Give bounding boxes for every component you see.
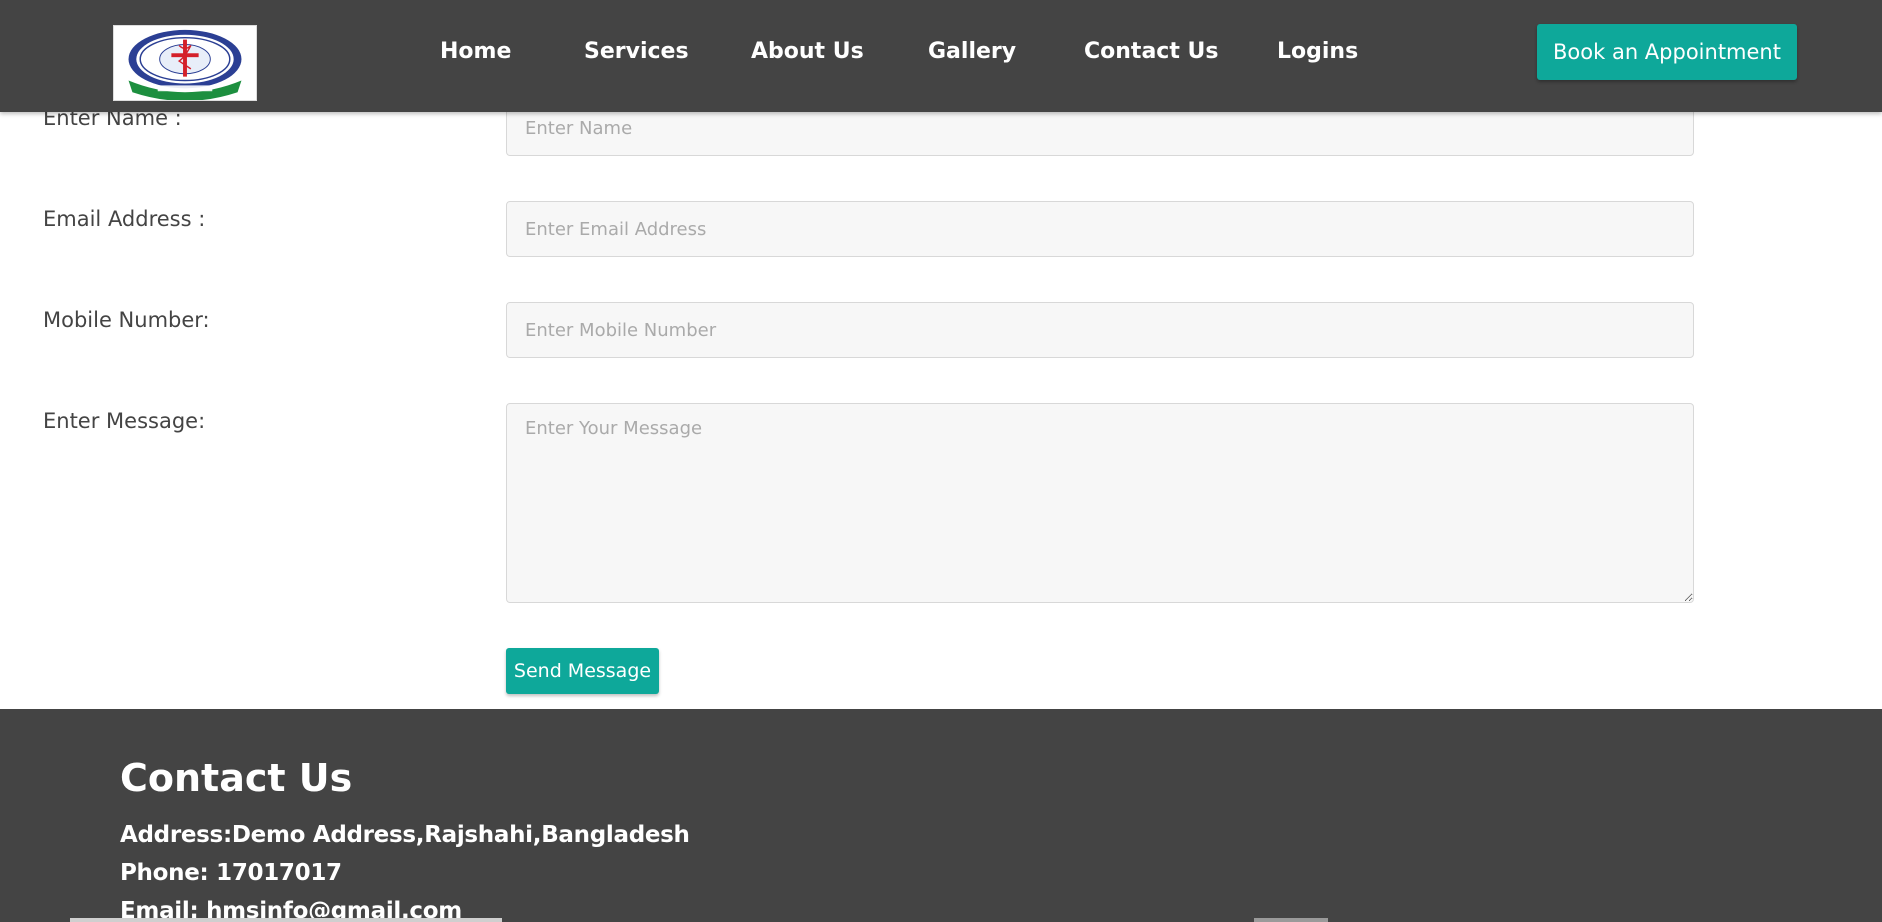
footer-address: Address:Demo Address,Rajshahi,Bangladesh xyxy=(120,822,690,848)
site-footer: Contact Us Address:Demo Address,Rajshahi… xyxy=(0,709,1882,922)
nav-logins[interactable]: Logins xyxy=(1277,36,1358,68)
footer-phone: Phone: 17017017 xyxy=(120,860,342,886)
email-label: Email Address : xyxy=(43,207,206,231)
nav-contact-us[interactable]: Contact Us xyxy=(1084,36,1218,68)
message-textarea[interactable] xyxy=(506,403,1694,603)
nav-home[interactable]: Home xyxy=(440,36,511,68)
nav-about-us[interactable]: About Us xyxy=(751,36,864,68)
book-appointment-button[interactable]: Book an Appointment xyxy=(1537,24,1797,80)
footer-divider-right xyxy=(1254,918,1328,922)
email-input[interactable] xyxy=(506,201,1694,257)
footer-title: Contact Us xyxy=(120,756,353,800)
footer-divider-left xyxy=(70,918,502,922)
nav-services[interactable]: Services xyxy=(584,36,689,68)
mobile-input[interactable] xyxy=(506,302,1694,358)
message-label: Enter Message: xyxy=(43,409,206,433)
send-message-button[interactable]: Send Message xyxy=(506,648,659,694)
mobile-label: Mobile Number: xyxy=(43,308,210,332)
nav-gallery[interactable]: Gallery xyxy=(928,36,1016,68)
site-header: Home Services About Us Gallery Contact U… xyxy=(0,0,1882,112)
